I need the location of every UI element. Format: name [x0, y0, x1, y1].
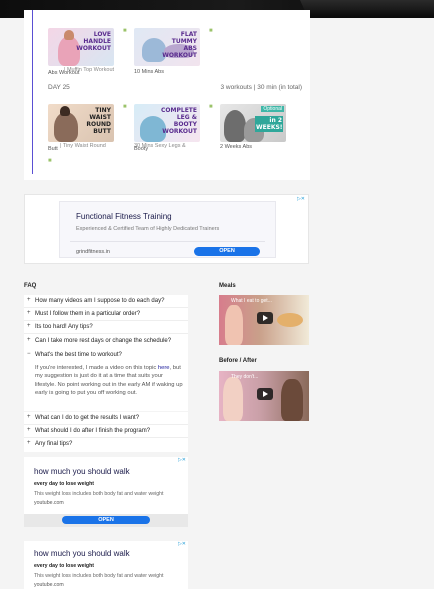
ad-divider: [70, 241, 265, 242]
faq-question[interactable]: Must I follow them in a particular order…: [35, 311, 140, 318]
bullet-icon: ■: [209, 28, 213, 34]
bullet-icon: ■: [48, 158, 52, 164]
caption-text: Booty: [134, 146, 149, 152]
ad-title[interactable]: Functional Fitness Training: [76, 212, 172, 221]
ad-description: This weight loss includes both body fat …: [34, 573, 164, 579]
adchoices-icon[interactable]: ▷✕: [178, 457, 186, 463]
ad-domain: grindfitness.in: [76, 249, 110, 255]
ad-open-button[interactable]: OPEN: [194, 247, 260, 256]
workout-thumbnail-2-weeks-abs[interactable]: Optional in 2 WEEKS!: [220, 104, 286, 142]
minus-icon: −: [27, 351, 31, 357]
faq-question[interactable]: What's the best time to workout?: [35, 352, 122, 359]
bullet-icon: ■: [123, 104, 127, 110]
ad-title[interactable]: how much you should walk: [34, 549, 130, 558]
day-label: DAY 25: [48, 84, 70, 91]
ad-line: every day to lose weight: [34, 481, 94, 487]
adchoices-icon[interactable]: ▷✕: [297, 196, 305, 202]
day-summary: 3 workouts | 30 min (in total): [220, 84, 302, 91]
person-shape: [223, 377, 243, 421]
ad-domain: youtube.com: [34, 500, 64, 506]
ad-subtitle: Experienced & Certified Team of Highly D…: [76, 226, 220, 232]
play-icon[interactable]: [257, 312, 273, 324]
ad-banner-fitness[interactable]: ▷✕ Functional Fitness Training Experienc…: [24, 194, 309, 264]
person-shape: [281, 379, 303, 421]
plus-icon: +: [27, 440, 31, 446]
schedule-rail: [32, 10, 33, 174]
ad-title[interactable]: how much you should walk: [34, 467, 130, 476]
ad-line: every day to lose weight: [34, 563, 94, 569]
plus-icon: +: [27, 414, 31, 420]
faq-question[interactable]: How many videos am I suppose to do each …: [35, 298, 164, 305]
thumbnail-title: FLAT TUMMY ABS WORKOUT: [162, 31, 197, 59]
caption-overlap-text: | Tiny Waist Round: [60, 143, 106, 149]
caption-text: 10 Mins Abs: [134, 69, 164, 75]
plus-icon: +: [27, 323, 31, 329]
plus-icon: +: [27, 310, 31, 316]
top-bar-edge: [300, 0, 434, 18]
ad-domain: youtube.com: [34, 582, 64, 588]
caption-text: Butt: [48, 146, 58, 152]
plus-icon: +: [27, 337, 31, 343]
ad-banner-walk-1[interactable]: ▷✕ how much you should walk every day to…: [24, 457, 188, 527]
thumbnail-title: COMPLETE LEG & BOOTY WORKOUT: [161, 107, 197, 135]
person-shape: [225, 305, 243, 345]
faq-question[interactable]: Can I take more rest days or change the …: [35, 338, 171, 345]
divider: [24, 320, 188, 321]
plus-icon: +: [27, 427, 31, 433]
thumbnail-title: LOVE HANDLE WORKOUT: [76, 31, 111, 52]
workout-thumbnail-flat-tummy[interactable]: FLAT TUMMY ABS WORKOUT: [134, 28, 200, 66]
faq-list-2: + What can I do to get the results I wan…: [24, 412, 188, 452]
workout-thumbnail-love-handle[interactable]: LOVE HANDLE WORKOUT: [48, 28, 114, 66]
divider: [24, 424, 188, 425]
ad-card[interactable]: Functional Fitness Training Experienced …: [59, 201, 276, 258]
before-after-heading: Before / After: [219, 358, 257, 364]
faq-answer: If you're interested, I made a video on …: [35, 364, 185, 398]
meals-video[interactable]: What I eat to get...: [219, 295, 309, 345]
bullet-icon: ■: [123, 28, 127, 34]
thumbnail-title: in 2 WEEKS!: [255, 116, 283, 132]
ad-open-button[interactable]: OPEN: [62, 516, 150, 524]
play-icon[interactable]: [257, 388, 273, 400]
faq-question[interactable]: What can I do to get the results I want?: [35, 415, 139, 422]
ad-description: This weight loss includes both body fat …: [34, 491, 164, 497]
workout-schedule: LOVE HANDLE WORKOUT ■ | Muffin Top Worko…: [24, 10, 310, 180]
faq-list: + How many videos am I suppose to do eac…: [24, 295, 188, 351]
caption-text: 2 Weeks Abs: [220, 144, 252, 150]
workout-thumbnail-leg-booty[interactable]: COMPLETE LEG & BOOTY WORKOUT: [134, 104, 200, 142]
faq-question[interactable]: Any final tips?: [35, 441, 72, 448]
adchoices-icon[interactable]: ▷✕: [178, 541, 186, 547]
ad-banner-walk-2[interactable]: ▷✕ how much you should walk every day to…: [24, 541, 188, 589]
workout-thumbnail-tiny-waist[interactable]: TINY WAIST ROUND BUTT: [48, 104, 114, 142]
before-after-video[interactable]: They don't...: [219, 371, 309, 421]
video-title: They don't...: [231, 374, 259, 380]
answer-link[interactable]: here: [158, 365, 170, 371]
faq-heading: FAQ: [24, 283, 37, 289]
plus-icon: +: [27, 297, 31, 303]
caption-text: Abs Workout: [48, 70, 80, 76]
divider: [24, 307, 188, 308]
divider: [24, 333, 188, 334]
divider: [24, 437, 188, 438]
answer-text: If you're interested, I made a video on …: [35, 365, 158, 371]
meals-heading: Meals: [219, 283, 236, 289]
faq-question[interactable]: Its too hard! Any tips?: [35, 324, 93, 331]
pancake-shape: [277, 313, 303, 327]
thumbnail-title: TINY WAIST ROUND BUTT: [86, 107, 111, 135]
faq-question[interactable]: What should I do after I finish the prog…: [35, 428, 150, 435]
optional-badge: Optional: [261, 106, 284, 112]
video-title: What I eat to get...: [231, 298, 272, 304]
bullet-icon: ■: [209, 104, 213, 110]
